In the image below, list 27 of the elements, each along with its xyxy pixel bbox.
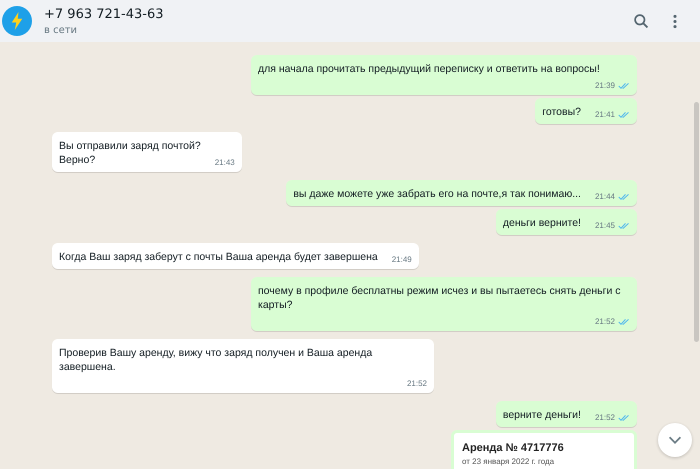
menu-icon[interactable]: [672, 12, 678, 30]
scrollbar[interactable]: [694, 102, 699, 342]
card-title: Аренда № 4717776: [462, 442, 565, 454]
message-text: деньги верните!: [502, 216, 581, 230]
message-text: Когда Ваш заряд заберут с почты Ваша аренда будет завершена: [59, 250, 378, 264]
message-text: для начала прочитать предыдущий переписку и ответить на вопросы!: [258, 62, 600, 76]
search-icon[interactable]: [633, 12, 650, 30]
message-time: 21:44: [594, 191, 615, 203]
message-time: 21:43: [214, 157, 235, 169]
scroll-down-button[interactable]: [658, 423, 692, 457]
message-time: 21:41: [594, 109, 615, 121]
message-text: вы даже можете уже забрать его на почте,я так понимаю...: [293, 187, 581, 201]
message-text: верните деньги!: [502, 408, 581, 422]
message-time: 21:49: [392, 254, 412, 266]
contact-phone: +7 963 721-43-63: [44, 6, 165, 22]
message-time: 21:52: [594, 412, 615, 424]
contact-status: в сети: [44, 24, 78, 36]
message-text: готовы?: [542, 105, 581, 119]
message-time: 21:39: [594, 80, 615, 92]
lightning-avatar-icon[interactable]: [2, 6, 32, 36]
message-time: 21:52: [594, 316, 615, 328]
message-time: 21:45: [594, 220, 615, 232]
message-text: Проверив Вашу аренду, вижу что заряд получен и Ваша аренда завершена.: [59, 346, 374, 374]
message-text: Вы отправили заряд почтой? Верно?: [59, 139, 201, 167]
message-text: почему в профиле бесплатны режим исчез и вы пытаетесь снять деньги с карты?: [258, 284, 622, 312]
card-date: от 23 января 2022 г. года: [462, 457, 556, 466]
message-time: 21:52: [406, 378, 427, 390]
